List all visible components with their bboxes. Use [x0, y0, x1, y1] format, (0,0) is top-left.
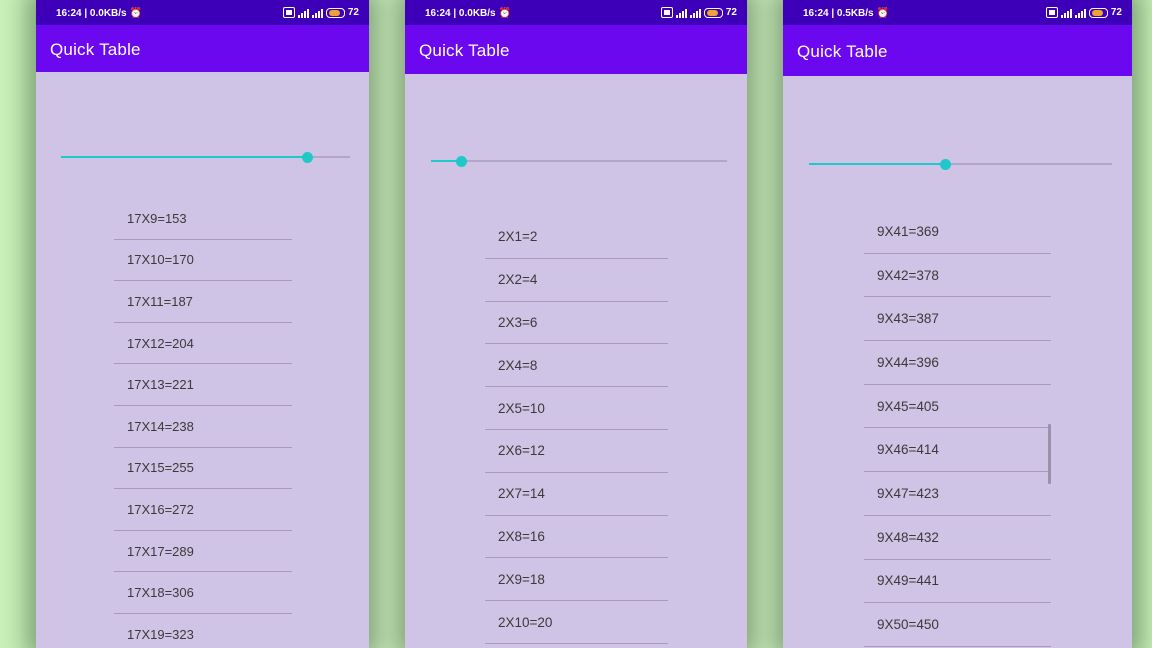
signal-icon — [311, 8, 323, 18]
signal-icon — [1060, 8, 1072, 18]
list-item-text: 9X47=423 — [877, 486, 939, 502]
slider-thumb[interactable] — [455, 156, 467, 167]
list-item[interactable]: 9X45=405 — [864, 384, 1051, 429]
list-item-text: 2X1=2 — [498, 229, 538, 245]
list-item[interactable]: 17X15=255 — [114, 447, 292, 490]
list-item-text: 2X7=14 — [498, 486, 545, 502]
battery-level: 72 — [725, 7, 737, 18]
list-item-text: 17X11=187 — [127, 293, 193, 309]
list-item-text: 2X6=12 — [498, 443, 545, 459]
list-item-text: 2X9=18 — [498, 571, 545, 587]
list-item[interactable]: 2X3=6 — [485, 301, 668, 345]
signal-icon — [1074, 8, 1086, 18]
list-item[interactable]: 17X16=272 — [114, 488, 292, 531]
list-item[interactable]: 2X10=20 — [485, 600, 668, 644]
list-item-text: 9X49=441 — [877, 573, 939, 589]
list-item-text: 9X44=396 — [877, 354, 939, 370]
list-item-text: 2X4=8 — [498, 357, 538, 373]
list-item[interactable]: 2X7=14 — [485, 472, 668, 516]
list-item[interactable]: 2X5=10 — [485, 386, 668, 430]
battery-level: 72 — [1110, 7, 1122, 18]
list-item[interactable]: 9X42=378 — [864, 253, 1051, 298]
list-item-text: 17X12=204 — [127, 335, 194, 351]
list-item-text: 9X48=432 — [877, 529, 939, 545]
list-item-text: 2X10=20 — [498, 614, 553, 630]
list-item[interactable]: 17X19=323 — [114, 613, 292, 648]
list-item-text: 17X14=238 — [127, 418, 194, 434]
phone-screen-1: 16:24 | 0.0KB/s ⏰ 72 Quick Table 17X9=153… — [36, 0, 369, 648]
list-item[interactable]: 2X6=12 — [485, 429, 668, 473]
list-item-text: 9X45=405 — [877, 398, 939, 414]
list-item[interactable]: 17X18=306 — [114, 571, 292, 614]
list-item-text: 17X19=323 — [127, 626, 194, 642]
list-item[interactable]: 17X17=289 — [114, 530, 292, 573]
list-item-text: 17X16=272 — [127, 501, 194, 517]
battery-icon — [703, 7, 723, 18]
phone-screen-2: 16:24 | 0.0KB/s ⏰ 72 Quick Table 2X1=2 2X2… — [405, 0, 747, 648]
list-item-text: 17X15=255 — [127, 460, 194, 476]
list-item[interactable]: 17X14=238 — [114, 405, 292, 448]
slider-thumb[interactable] — [301, 152, 313, 163]
list-item[interactable]: 2X9=18 — [485, 557, 668, 602]
signal-icon — [675, 8, 687, 18]
list-item-text: 17X13=221 — [127, 377, 194, 393]
table-list[interactable]: 17X9=153 17X10=170 17X11=187 17X12=204 17X13… — [114, 0, 292, 648]
list-item[interactable]: 9X50=450 — [864, 602, 1051, 647]
list-item-text: 9X42=378 — [877, 267, 939, 283]
list-item-text: 17X17=289 — [127, 543, 194, 559]
phone-screen-3: 16:24 | 0.5KB/s ⏰ 72 Quick Table 9X41=369… — [783, 0, 1132, 648]
list-item[interactable]: 9X47=423 — [864, 471, 1051, 516]
list-item-text: 17X18=306 — [127, 585, 194, 601]
list-scrollbar[interactable] — [1048, 424, 1051, 484]
list-item-text: 9X50=450 — [877, 617, 939, 633]
list-item[interactable]: 17X12=204 — [114, 322, 292, 365]
list-item[interactable]: 17X13=221 — [114, 363, 292, 406]
battery-level: 72 — [347, 7, 359, 18]
list-item[interactable]: 2X8=16 — [485, 515, 668, 559]
list-item[interactable]: 17X9=153 — [114, 197, 292, 240]
list-item-text: 2X3=6 — [498, 314, 538, 330]
list-item-text: 9X41=369 — [877, 223, 939, 239]
battery-icon — [325, 7, 345, 18]
list-item[interactable]: 9X41=369 — [864, 209, 1051, 254]
list-item[interactable]: 17X11=187 — [114, 280, 292, 323]
list-item[interactable]: 9X48=432 — [864, 515, 1051, 560]
list-item[interactable]: 9X49=441 — [864, 559, 1051, 604]
list-item-text: 17X10=170 — [127, 252, 194, 268]
table-list[interactable]: 2X1=2 2X2=4 2X3=6 2X4=8 2X5=10 2X6=12 2X7=14 2X… — [485, 0, 668, 648]
list-item-text: 9X46=414 — [877, 442, 939, 458]
list-item-text: 9X43=387 — [877, 311, 939, 327]
list-item-text: 2X2=4 — [498, 272, 538, 288]
battery-icon — [1088, 7, 1108, 18]
signal-icon — [297, 8, 309, 18]
list-item[interactable]: 9X46=414 — [864, 428, 1051, 473]
table-list[interactable]: 9X41=369 9X42=378 9X43=387 9X44=396 9X45=405… — [864, 0, 1051, 648]
list-item[interactable]: 2X1=2 — [485, 215, 668, 259]
list-item-text: 17X9=153 — [127, 210, 187, 226]
list-item[interactable]: 17X10=170 — [114, 239, 292, 282]
list-item[interactable]: 2X4=8 — [485, 343, 668, 388]
list-item-text: 2X5=10 — [498, 400, 545, 416]
list-item[interactable]: 2X2=4 — [485, 258, 668, 302]
list-item[interactable]: 9X44=396 — [864, 340, 1051, 385]
list-item[interactable]: 9X43=387 — [864, 296, 1051, 342]
signal-icon — [689, 8, 701, 18]
list-item-text: 2X8=16 — [498, 528, 545, 544]
